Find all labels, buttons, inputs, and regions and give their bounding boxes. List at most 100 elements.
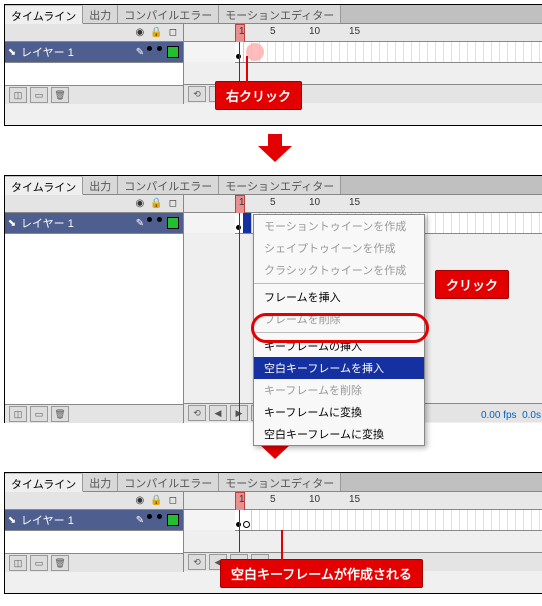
ruler-1: 1 xyxy=(239,26,245,37)
layer-type-icon: ⬊ xyxy=(5,47,19,58)
delete-layer-button[interactable]: 🗑 xyxy=(51,87,69,103)
vis-toggle[interactable] xyxy=(147,217,152,222)
ruler-15: 15 xyxy=(349,26,360,37)
pencil-icon: ✎ xyxy=(133,47,147,58)
outline-icon[interactable]: ◻ xyxy=(169,198,177,209)
ctx-classic-tween: クラシックトゥイーンを作成 xyxy=(254,259,424,281)
eye-icon[interactable]: ◉ xyxy=(136,495,145,506)
delete-layer-button[interactable]: 🗑 xyxy=(51,406,69,422)
layer-empty-2 xyxy=(5,234,183,405)
ctx-convert-blank-kf[interactable]: 空白キーフレームに変換 xyxy=(254,423,424,445)
tf-btn-2[interactable]: ◀ xyxy=(209,405,227,421)
ruler-15: 15 xyxy=(349,197,360,208)
ctx-delete-frame: フレームを削除 xyxy=(254,308,424,330)
ctx-insert-blank-kf[interactable]: 空白キーフレームを挿入 xyxy=(254,357,424,379)
lock-toggle[interactable] xyxy=(157,46,162,51)
layer-header-3: ◉ 🔒 ◻ xyxy=(5,492,183,510)
ctx-motion-tween: モーショントゥイーンを作成 xyxy=(254,215,424,237)
new-folder-button[interactable]: ▭ xyxy=(30,87,48,103)
layer-row[interactable]: ⬊ レイヤー 1 ✎ xyxy=(5,42,183,63)
tab-output-3[interactable]: 出力 xyxy=(83,473,118,491)
layer-row-3[interactable]: ⬊ レイヤー 1 ✎ xyxy=(5,510,183,531)
layer-header: ◉ 🔒 ◻ xyxy=(5,24,183,42)
ruler-1: 1 xyxy=(239,494,245,505)
panel-tabs-2[interactable]: タイムライン 出力 コンパイルエラー モーションエディター xyxy=(5,176,542,195)
new-layer-button[interactable]: ◫ xyxy=(9,555,27,571)
ctx-convert-kf[interactable]: キーフレームに変換 xyxy=(254,401,424,423)
pencil-icon: ✎ xyxy=(133,515,147,526)
ruler-5: 5 xyxy=(270,494,276,505)
layer-header-2: ◉ 🔒 ◻ xyxy=(5,195,183,213)
ctx-insert-kf[interactable]: キーフレームの挿入 xyxy=(254,332,424,357)
tab-motion-3[interactable]: モーションエディター xyxy=(219,473,341,491)
selected-frame[interactable] xyxy=(243,213,252,233)
pencil-icon: ✎ xyxy=(133,218,147,229)
layer-type-icon: ⬊ xyxy=(5,218,19,229)
outline-icon[interactable]: ◻ xyxy=(169,27,177,38)
tab-compiler[interactable]: コンパイルエラー xyxy=(118,5,219,23)
ruler-5: 5 xyxy=(270,197,276,208)
frames-track-3[interactable] xyxy=(235,510,542,531)
context-menu[interactable]: モーショントゥイーンを作成 シェイプトゥイーンを作成 クラシックトゥイーンを作成… xyxy=(253,214,425,446)
cursor-indicator xyxy=(246,43,264,61)
step-2: タイムライン 出力 コンパイルエラー モーションエディター ◉ 🔒 ◻ ⬊ レイ… xyxy=(4,175,542,423)
frame-ruler-2[interactable]: 1 5 10 15 xyxy=(184,195,542,213)
layer-name[interactable]: レイヤー 1 xyxy=(19,44,133,60)
step-1: タイムライン 出力 コンパイルエラー モーションエディター ◉ 🔒 ◻ ⬊ レイ… xyxy=(4,4,542,126)
tab-timeline[interactable]: タイムライン xyxy=(5,6,83,24)
timeline-empty-3 xyxy=(184,530,542,553)
outline-toggle[interactable] xyxy=(167,217,179,229)
ctx-shape-tween: シェイプトゥイーンを作成 xyxy=(254,237,424,259)
frame-ruler[interactable]: 1 5 10 15 xyxy=(184,24,542,42)
tab-compiler-3[interactable]: コンパイルエラー xyxy=(118,473,219,491)
tab-timeline-3[interactable]: タイムライン xyxy=(5,474,83,492)
layer-column: ◉ 🔒 ◻ ⬊ レイヤー 1 ✎ ◫ ▭ 🗑 xyxy=(5,24,184,104)
panel-tabs[interactable]: タイムライン 出力 コンパイルエラー モーションエディター xyxy=(5,5,542,24)
tab-motion[interactable]: モーションエディター xyxy=(219,5,341,23)
layer-row-2[interactable]: ⬊ レイヤー 1 ✎ xyxy=(5,213,183,234)
tab-output-2[interactable]: 出力 xyxy=(83,176,118,194)
callout-click: クリック xyxy=(435,270,509,299)
tf-btn-1[interactable]: ⟲ xyxy=(188,86,206,102)
ruler-15: 15 xyxy=(349,494,360,505)
outline-toggle[interactable] xyxy=(167,514,179,526)
tab-timeline-2[interactable]: タイムライン xyxy=(5,177,83,195)
new-layer-button[interactable]: ◫ xyxy=(9,87,27,103)
tab-compiler-2[interactable]: コンパイルエラー xyxy=(118,176,219,194)
layer-empty xyxy=(5,63,183,86)
new-folder-button[interactable]: ▭ xyxy=(30,555,48,571)
eye-icon[interactable]: ◉ xyxy=(136,198,145,209)
ctx-insert-frame[interactable]: フレームを挿入 xyxy=(254,283,424,308)
arrow-1 xyxy=(4,134,542,165)
ruler-5: 5 xyxy=(270,26,276,37)
delete-layer-button[interactable]: 🗑 xyxy=(51,555,69,571)
layer-type-icon: ⬊ xyxy=(5,515,19,526)
outline-icon[interactable]: ◻ xyxy=(169,495,177,506)
vis-toggle[interactable] xyxy=(147,514,152,519)
tf-btn-1[interactable]: ⟲ xyxy=(188,554,206,570)
tf-btn-1[interactable]: ⟲ xyxy=(188,405,206,421)
lock-toggle[interactable] xyxy=(157,217,162,222)
lock-icon[interactable]: 🔒 xyxy=(150,27,162,38)
tab-output[interactable]: 出力 xyxy=(83,5,118,23)
layer-name-2[interactable]: レイヤー 1 xyxy=(19,215,133,231)
lock-icon[interactable]: 🔒 xyxy=(150,198,162,209)
frame-ruler-3[interactable]: 1 5 10 15 xyxy=(184,492,542,510)
panel-tabs-3[interactable]: タイムライン 出力 コンパイルエラー モーションエディター xyxy=(5,473,542,492)
frames-track[interactable] xyxy=(235,42,542,63)
ruler-10: 10 xyxy=(309,197,320,208)
lock-toggle[interactable] xyxy=(157,514,162,519)
lock-icon[interactable]: 🔒 xyxy=(150,495,162,506)
new-folder-button[interactable]: ▭ xyxy=(30,406,48,422)
layer-name-3[interactable]: レイヤー 1 xyxy=(19,512,133,528)
playhead-line-3 xyxy=(239,510,240,552)
new-layer-button[interactable]: ◫ xyxy=(9,406,27,422)
ruler-10: 10 xyxy=(309,494,320,505)
callout-right-click: 右クリック xyxy=(215,81,302,110)
eye-icon[interactable]: ◉ xyxy=(136,27,145,38)
outline-toggle[interactable] xyxy=(167,46,179,58)
blank-keyframe-2[interactable] xyxy=(243,521,250,528)
ruler-10: 10 xyxy=(309,26,320,37)
vis-toggle[interactable] xyxy=(147,46,152,51)
tab-motion-2[interactable]: モーションエディター xyxy=(219,176,341,194)
